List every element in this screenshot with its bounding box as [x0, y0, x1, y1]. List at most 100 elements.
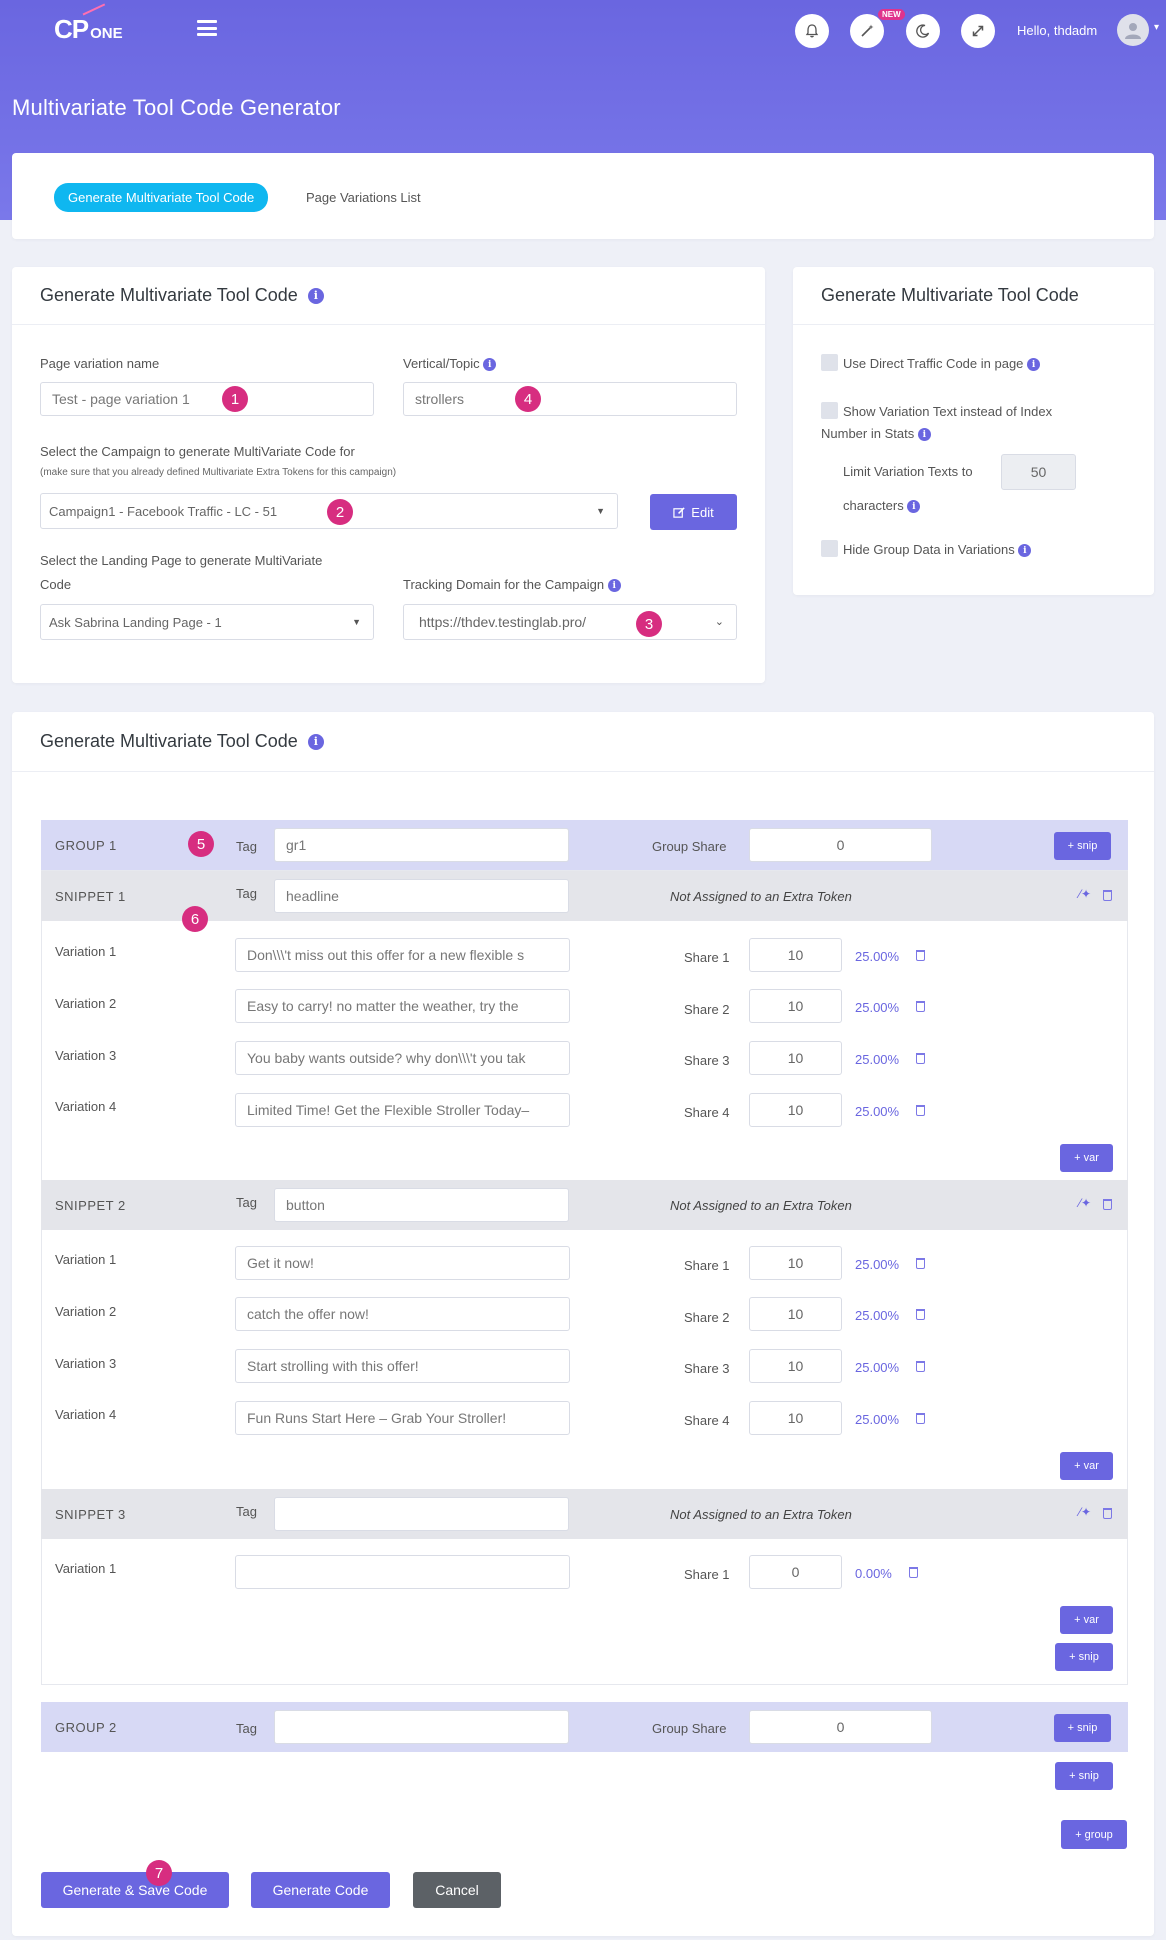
fullscreen-expand-icon[interactable]: [961, 14, 995, 48]
info-icon[interactable]: i: [917, 428, 931, 442]
add-variation-button[interactable]: + var: [1060, 1452, 1113, 1480]
dark-mode-moon-icon[interactable]: [906, 14, 940, 48]
info-icon[interactable]: i: [483, 358, 497, 372]
options-card: Generate Multivariate Tool Code Use Dire…: [793, 267, 1154, 595]
tracking-domain-label: Tracking Domain for the Campaign i: [403, 577, 621, 593]
variation-label: Variation 2: [55, 996, 117, 1011]
cancel-button[interactable]: Cancel: [413, 1872, 501, 1908]
delete-variation-trash-icon[interactable]: [916, 1105, 925, 1116]
add-snippet-button[interactable]: + snip: [1054, 832, 1111, 860]
landing-page-select[interactable]: Ask Sabrina Landing Page - 1 ▼: [40, 604, 374, 640]
magic-wand-icon[interactable]: [850, 14, 884, 48]
group-tag-input[interactable]: gr1: [274, 828, 569, 862]
variation-text-input[interactable]: Easy to carry! no matter the weather, tr…: [235, 989, 570, 1023]
vertical-topic-input[interactable]: strollers: [403, 382, 737, 416]
variation-text-input[interactable]: [235, 1555, 570, 1589]
share-input[interactable]: 10: [749, 1246, 842, 1280]
info-icon[interactable]: i: [607, 579, 621, 593]
delete-snippet-trash-icon[interactable]: [1103, 890, 1112, 901]
hide-group-data-option[interactable]: Hide Group Data in Variations i: [821, 539, 1032, 561]
share-input[interactable]: 10: [749, 1041, 842, 1075]
page-variation-input[interactable]: Test - page variation 1: [40, 382, 374, 416]
delete-variation-trash-icon[interactable]: [916, 950, 925, 961]
caret-down-icon: ▼: [352, 617, 361, 627]
page-title: Multivariate Tool Code Generator: [12, 95, 341, 120]
group-share-input[interactable]: 0: [749, 828, 932, 862]
group-tag-input[interactable]: [274, 1710, 569, 1744]
delete-variation-trash-icon[interactable]: [916, 1309, 925, 1320]
variation-text-input[interactable]: Don\\\'t miss out this offer for a new f…: [235, 938, 570, 972]
snippet-tag-input[interactable]: [274, 1497, 569, 1531]
tab-page-variations-list[interactable]: Page Variations List: [306, 190, 421, 205]
vertical-topic-label: Vertical/Topic i: [403, 356, 497, 372]
assign-token-wand-icon[interactable]: ⁄✦: [1079, 887, 1091, 901]
variation-label: Variation 1: [55, 944, 117, 959]
tab-generate-code[interactable]: Generate Multivariate Tool Code: [54, 183, 269, 212]
add-variation-button[interactable]: + var: [1060, 1606, 1113, 1634]
generate-save-code-button[interactable]: Generate & Save Code: [41, 1872, 229, 1908]
share-percentage: 25.00%: [855, 1104, 900, 1119]
share-input[interactable]: 10: [749, 1401, 842, 1435]
variation-text-input[interactable]: catch the offer now!: [235, 1297, 570, 1331]
edit-campaign-button[interactable]: Edit: [650, 494, 737, 530]
tag-label: Tag: [236, 1504, 257, 1519]
card-title: Generate Multivariate Tool Code i: [12, 267, 765, 325]
info-icon[interactable]: i: [307, 287, 324, 304]
share-percentage: 25.00%: [855, 949, 900, 964]
variation-text-input[interactable]: Start strolling with this offer!: [235, 1349, 570, 1383]
show-variation-text-checkbox[interactable]: [821, 402, 838, 419]
info-icon[interactable]: i: [307, 733, 324, 750]
snippet-label: SNIPPET 2: [55, 1198, 126, 1213]
logo[interactable]: CP ONE: [54, 3, 123, 45]
share-input[interactable]: 10: [749, 1349, 842, 1383]
notification-bell-icon[interactable]: [795, 14, 829, 48]
generate-code-button[interactable]: Generate Code: [251, 1872, 390, 1908]
add-snippet-button[interactable]: + snip: [1055, 1643, 1113, 1671]
delete-snippet-trash-icon[interactable]: [1103, 1508, 1112, 1519]
add-snippet-button[interactable]: + snip: [1055, 1762, 1113, 1790]
delete-variation-trash-icon[interactable]: [916, 1413, 925, 1424]
delete-variation-trash-icon[interactable]: [916, 1258, 925, 1269]
hide-group-data-checkbox[interactable]: [821, 540, 838, 557]
delete-variation-trash-icon[interactable]: [916, 1053, 925, 1064]
direct-traffic-checkbox[interactable]: [821, 354, 838, 371]
group-share-label: Group Share: [652, 1721, 727, 1736]
assign-token-wand-icon[interactable]: ⁄✦: [1079, 1505, 1091, 1519]
user-avatar-icon[interactable]: [1117, 14, 1149, 46]
show-variation-text-option[interactable]: Show Variation Text instead of Index: [821, 401, 1052, 423]
variation-text-input[interactable]: Get it now!: [235, 1246, 570, 1280]
menu-toggle-icon[interactable]: [197, 20, 217, 36]
delete-variation-trash-icon[interactable]: [916, 1001, 925, 1012]
add-group-button[interactable]: + group: [1061, 1820, 1127, 1849]
variation-text-input[interactable]: You baby wants outside? why don\\\'t you…: [235, 1041, 570, 1075]
snippet-tag-input[interactable]: button: [274, 1188, 569, 1222]
info-icon[interactable]: i: [907, 500, 921, 514]
user-greeting[interactable]: Hello, thdadm: [1017, 23, 1097, 38]
share-input[interactable]: 0: [749, 1555, 842, 1589]
limit-variation-input[interactable]: 50: [1001, 454, 1076, 490]
tracking-domain-select[interactable]: https://thdev.testinglab.pro/⌄: [403, 604, 737, 640]
direct-traffic-option[interactable]: Use Direct Traffic Code in page i: [821, 353, 1041, 375]
share-input[interactable]: 10: [749, 1297, 842, 1331]
snippet-tag-input[interactable]: headline: [274, 879, 569, 913]
share-label: Share 1: [684, 950, 730, 965]
info-icon[interactable]: i: [1018, 544, 1032, 558]
add-variation-button[interactable]: + var: [1060, 1144, 1113, 1172]
chevron-down-icon[interactable]: ▾: [1154, 22, 1159, 33]
share-input[interactable]: 10: [749, 989, 842, 1023]
variation-text-input[interactable]: Fun Runs Start Here – Grab Your Stroller…: [235, 1401, 570, 1435]
delete-variation-trash-icon[interactable]: [909, 1567, 918, 1578]
share-input[interactable]: 10: [749, 938, 842, 972]
share-input[interactable]: 10: [749, 1093, 842, 1127]
share-percentage: 25.00%: [855, 1412, 900, 1427]
delete-snippet-trash-icon[interactable]: [1103, 1199, 1112, 1210]
variation-label: Variation 1: [55, 1252, 117, 1267]
variation-label: Variation 4: [55, 1099, 117, 1114]
limit-variation-label: Limit Variation Texts to: [843, 464, 973, 479]
info-icon[interactable]: i: [1027, 358, 1041, 372]
delete-variation-trash-icon[interactable]: [916, 1361, 925, 1372]
variation-text-input[interactable]: Limited Time! Get the Flexible Stroller …: [235, 1093, 570, 1127]
assign-token-wand-icon[interactable]: ⁄✦: [1079, 1196, 1091, 1210]
group-share-input[interactable]: 0: [749, 1710, 932, 1744]
add-snippet-button[interactable]: + snip: [1054, 1714, 1111, 1742]
